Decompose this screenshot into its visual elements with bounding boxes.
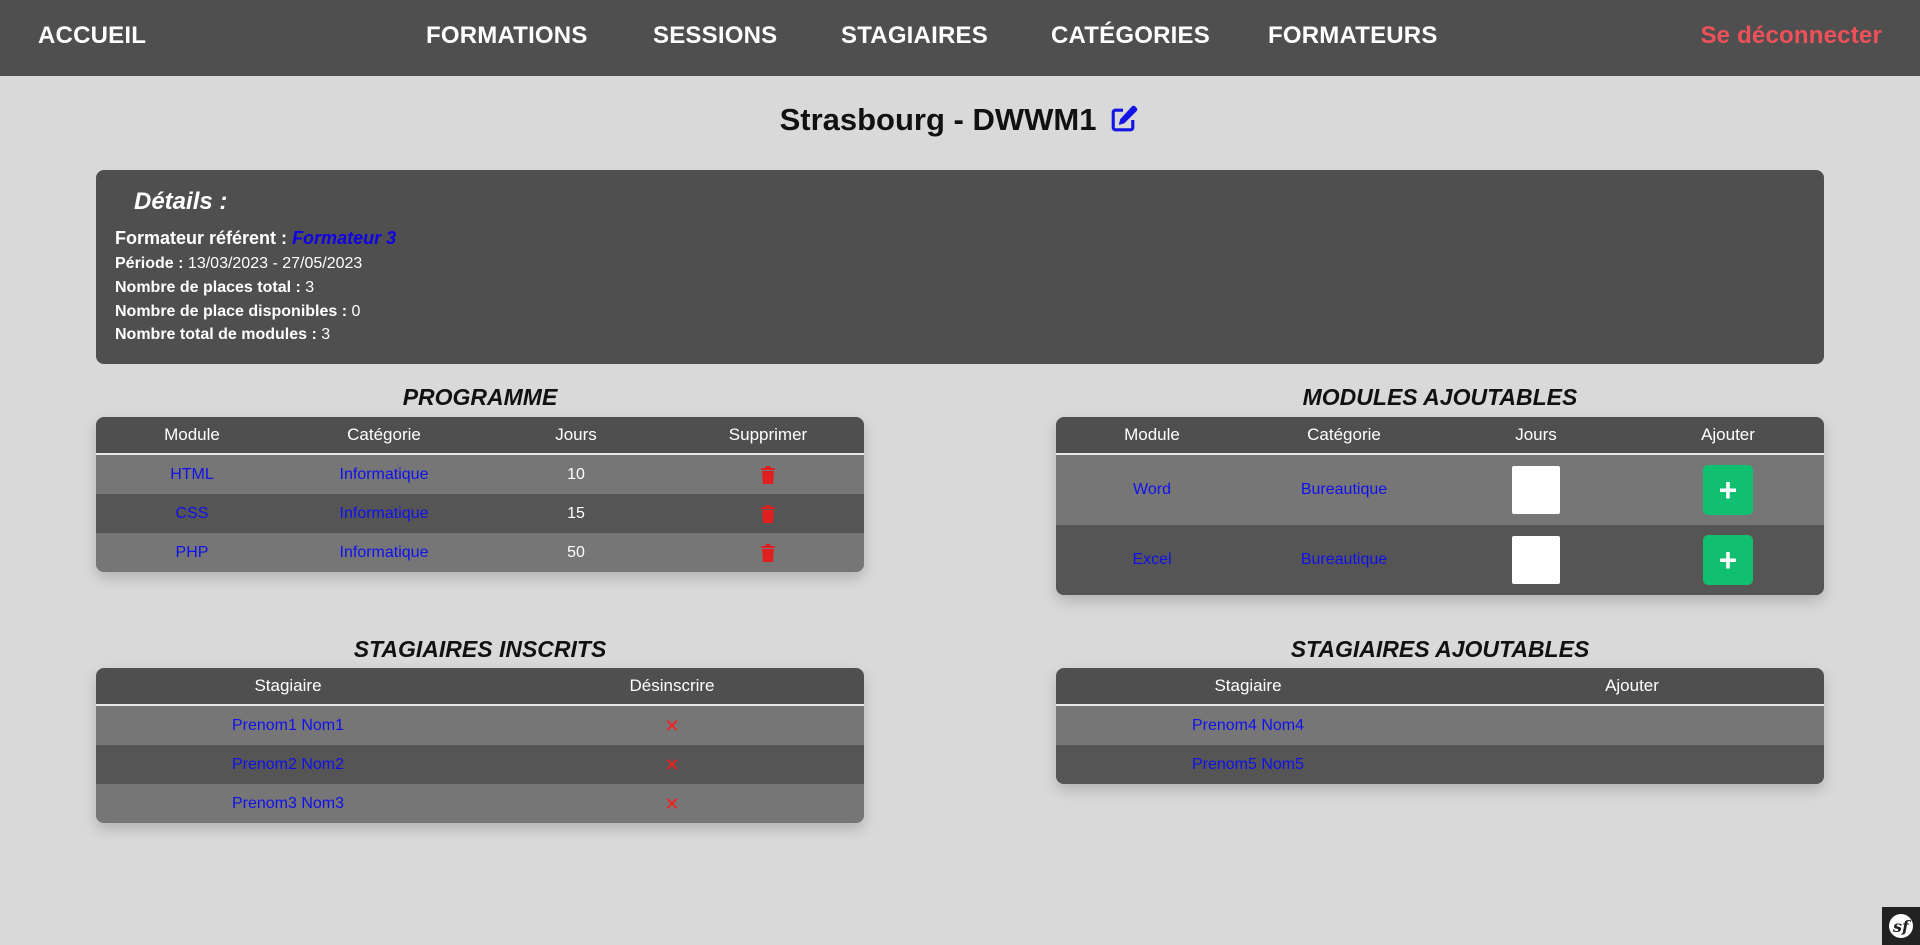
page-header: Strasbourg - DWWM1 — [0, 102, 1920, 138]
nav-sessions-link[interactable]: SESSIONS — [653, 22, 777, 50]
session-title-container: Strasbourg - DWWM1 — [780, 102, 1141, 138]
symfony-logo-icon: sf — [1889, 914, 1913, 938]
details-heading: Détails : — [134, 188, 228, 215]
available-line: Nombre de place disponibles : 0 — [115, 303, 360, 321]
module-link[interactable]: Excel — [1132, 551, 1171, 569]
modules-add-heading: MODULES AJOUTABLES — [1302, 384, 1578, 410]
table-header: Stagiaire Désinscrire — [96, 668, 864, 706]
unsubscribe-icon[interactable]: ✕ — [664, 756, 679, 774]
page-title: Strasbourg - DWWM1 — [779, 102, 1097, 137]
nav-formations-link[interactable]: FORMATIONS — [426, 22, 588, 50]
days-value: 50 — [567, 543, 585, 561]
column-header: Ajouter — [1605, 676, 1659, 695]
stagiaire-link[interactable]: Prenom3 Nom3 — [232, 795, 344, 813]
category-link[interactable]: Informatique — [340, 466, 429, 484]
unsubscribe-icon[interactable]: ✕ — [664, 717, 679, 735]
column-header: Module — [164, 425, 220, 444]
column-header: Supprimer — [728, 425, 808, 444]
stagiaire-link[interactable]: Prenom4 Nom4 — [1192, 717, 1304, 735]
places-line: Nombre de places total : 3 — [115, 279, 314, 297]
module-link[interactable]: CSS — [176, 505, 209, 523]
available-value: 0 — [351, 303, 361, 320]
logout-link[interactable]: Se déconnecter — [1700, 22, 1882, 50]
modules-count-value: 3 — [321, 326, 331, 343]
column-header: Jours — [555, 425, 597, 444]
modules-count-label: Nombre total de modules : — [115, 326, 317, 343]
table-header: Stagiaire Ajouter — [1056, 668, 1824, 706]
ajoutables-heading: STAGIAIRES AJOUTABLES — [1290, 636, 1590, 662]
inscrits-table: Stagiaire Désinscrire Prenom1 Nom1 ✕ Pre… — [96, 668, 864, 823]
period-label: Période : — [115, 255, 184, 272]
ajoutables-table: Stagiaire Ajouter Prenom4 Nom4 Prenom5 N… — [1056, 668, 1824, 784]
places-label: Nombre de places total : — [115, 279, 301, 296]
table-row: Prenom3 Nom3 ✕ — [96, 784, 864, 823]
table-row: PHP Informatique 50 — [96, 533, 864, 572]
inscrits-heading: STAGIAIRES INSCRITS — [353, 636, 607, 662]
places-value: 3 — [305, 279, 315, 296]
nav-home-link[interactable]: ACCUEIL — [38, 22, 146, 50]
column-header: Catégorie — [1307, 425, 1381, 444]
table-row: Excel Bureautique + — [1056, 525, 1824, 595]
category-link[interactable]: Informatique — [340, 544, 429, 562]
nav-categories-link[interactable]: CATÉGORIES — [1051, 22, 1210, 50]
trash-icon[interactable] — [761, 504, 775, 523]
column-header: Ajouter — [1701, 425, 1755, 444]
category-link[interactable]: Bureautique — [1301, 551, 1387, 569]
add-module-button[interactable]: + — [1703, 465, 1753, 515]
period-value: 13/03/2023 - 27/05/2023 — [187, 255, 363, 272]
details-panel: Détails : Formateur référent : Formateur… — [96, 170, 1824, 364]
symfony-toolbar-toggle[interactable]: sf — [1882, 907, 1920, 945]
table-row: CSS Informatique 15 — [96, 494, 864, 533]
referent-link[interactable]: Formateur 3 — [292, 228, 396, 248]
module-link[interactable]: Word — [1133, 481, 1171, 499]
category-link[interactable]: Bureautique — [1301, 481, 1387, 499]
days-value: 15 — [567, 504, 585, 522]
table-row: Prenom1 Nom1 ✕ — [96, 706, 864, 745]
module-link[interactable]: HTML — [170, 466, 214, 484]
days-value: 10 — [567, 465, 585, 483]
table-row: HTML Informatique 10 — [96, 455, 864, 494]
nav-formateurs-link[interactable]: FORMATEURS — [1268, 22, 1438, 50]
available-label: Nombre de place disponibles : — [115, 303, 348, 320]
trash-icon[interactable] — [761, 543, 775, 562]
top-navbar: ACCUEIL FORMATIONS SESSIONS STAGIAIRES C… — [0, 0, 1920, 76]
column-header: Stagiaire — [254, 676, 322, 695]
table-header: Module Catégorie Jours Ajouter — [1056, 417, 1824, 455]
table-row: Prenom4 Nom4 — [1056, 706, 1824, 745]
referent-label: Formateur référent : — [115, 228, 288, 248]
table-row: Prenom5 Nom5 — [1056, 745, 1824, 784]
table-row: Prenom2 Nom2 ✕ — [96, 745, 864, 784]
period-line: Période : 13/03/2023 - 27/05/2023 — [115, 255, 362, 273]
modules-count-line: Nombre total de modules : 3 — [115, 326, 330, 344]
add-module-button[interactable]: + — [1703, 535, 1753, 585]
stagiaire-link[interactable]: Prenom2 Nom2 — [232, 756, 344, 774]
column-header: Catégorie — [347, 425, 421, 444]
nav-stagiaires-link[interactable]: STAGIAIRES — [841, 22, 988, 50]
category-link[interactable]: Informatique — [340, 505, 429, 523]
table-row: Word Bureautique + — [1056, 455, 1824, 525]
referent-line: Formateur référent : Formateur 3 — [115, 228, 396, 249]
column-header: Jours — [1515, 425, 1557, 444]
modules-add-table: Module Catégorie Jours Ajouter Word Bure… — [1056, 417, 1824, 595]
column-header: Stagiaire — [1214, 676, 1282, 695]
days-input[interactable] — [1512, 466, 1560, 514]
column-header: Module — [1124, 425, 1180, 444]
days-input[interactable] — [1512, 536, 1560, 584]
edit-icon[interactable] — [1106, 103, 1140, 137]
module-link[interactable]: PHP — [176, 544, 209, 562]
trash-icon[interactable] — [761, 465, 775, 484]
programme-table: Module Catégorie Jours Supprimer HTML In… — [96, 417, 864, 572]
stagiaire-link[interactable]: Prenom1 Nom1 — [232, 717, 344, 735]
table-header: Module Catégorie Jours Supprimer — [96, 417, 864, 455]
unsubscribe-icon[interactable]: ✕ — [664, 795, 679, 813]
stagiaire-link[interactable]: Prenom5 Nom5 — [1192, 756, 1304, 774]
column-header: Désinscrire — [629, 676, 715, 695]
programme-heading: PROGRAMME — [402, 384, 558, 410]
